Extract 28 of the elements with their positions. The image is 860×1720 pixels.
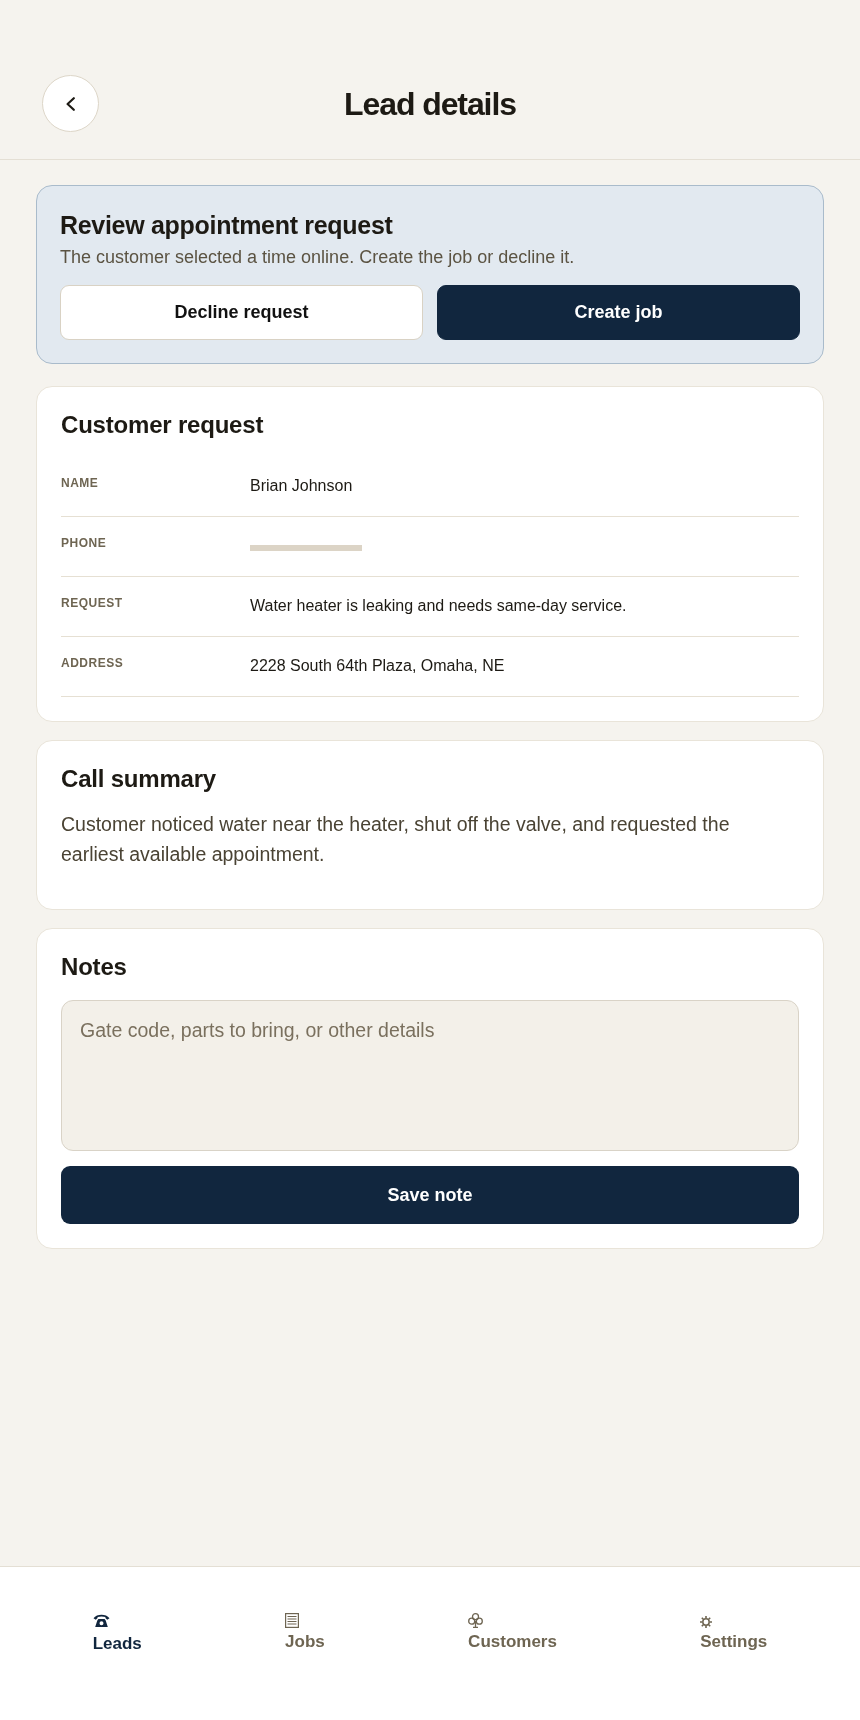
decline-button[interactable]: Decline request xyxy=(60,285,423,340)
field-label: PHONE xyxy=(61,535,107,551)
card-title: Call summary xyxy=(61,764,217,794)
page-title: Lead details xyxy=(344,84,516,124)
phone-icon xyxy=(92,1613,110,1627)
notes-field[interactable]: Gate code, parts to bring, or other details xyxy=(61,1000,799,1151)
field-label: REQUEST xyxy=(61,595,123,611)
field-value: Brian Johnson xyxy=(250,476,353,496)
field-label: ADDRESS xyxy=(61,655,124,671)
back-button[interactable] xyxy=(42,75,99,132)
chevron-left-icon xyxy=(66,96,75,111)
summary-text: Customer noticed water near the heater, shut off the valve, and requested the earliest available appointment. xyxy=(61,812,731,867)
banner-title: Review appointment request xyxy=(60,210,394,240)
create-job-button[interactable]: Create job xyxy=(437,285,800,340)
settings-icon xyxy=(700,1616,713,1628)
club-icon xyxy=(468,1613,484,1628)
list-icon xyxy=(285,1613,300,1628)
field-label: NAME xyxy=(61,475,99,491)
card-title: Customer request xyxy=(61,410,265,440)
nav-tab[interactable]: Customers xyxy=(468,1613,557,1652)
nav-tab[interactable]: Jobs xyxy=(285,1613,325,1652)
field-value: 2228 South 64th Plaza, Omaha, NE xyxy=(250,656,505,676)
nav-tab[interactable]: Leads xyxy=(92,1613,142,1654)
field-value: Water heater is leaking and needs same-day service. xyxy=(250,596,627,616)
save-note-button[interactable]: Save note xyxy=(61,1166,799,1224)
card-title: Notes xyxy=(61,952,128,982)
banner-message: The customer selected a time online. Create the job or decline it. xyxy=(60,246,576,269)
nav-tab[interactable]: Settings xyxy=(700,1613,768,1652)
